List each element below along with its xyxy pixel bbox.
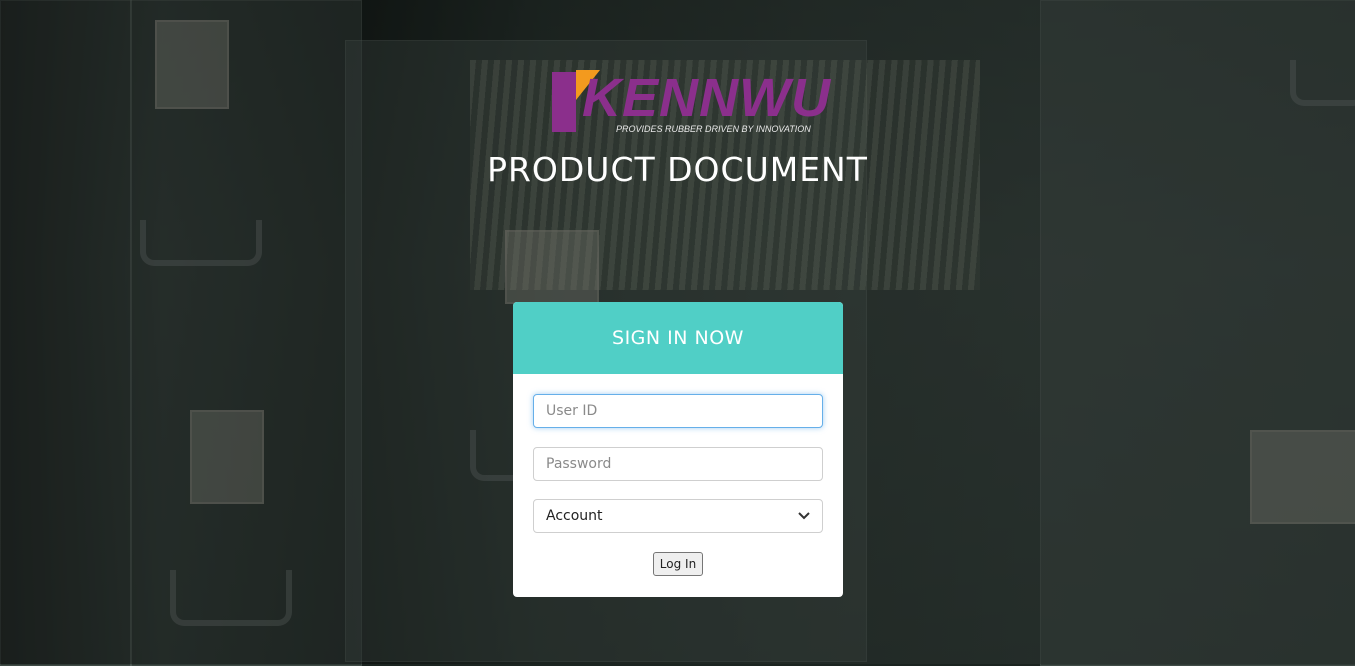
password-input[interactable] — [533, 447, 823, 481]
logo-mark — [552, 72, 576, 132]
login-card-title: SIGN IN NOW — [612, 327, 744, 349]
login-card: SIGN IN NOW Account Log In — [513, 302, 843, 597]
log-in-button[interactable]: Log In — [653, 552, 703, 576]
account-select-value: Account — [546, 508, 603, 524]
account-select[interactable]: Account — [533, 499, 823, 533]
page-title: PRODUCT DOCUMENT — [487, 150, 868, 189]
logo-wordmark: KENNWU — [582, 68, 831, 128]
login-card-header: SIGN IN NOW — [513, 302, 843, 374]
user-id-input[interactable] — [533, 394, 823, 428]
company-logo: KENNWU PROVIDES RUBBER DRIVEN BY INNOVAT… — [552, 68, 830, 134]
logo-tagline: PROVIDES RUBBER DRIVEN BY INNOVATION — [616, 124, 811, 134]
chevron-down-icon — [798, 509, 810, 523]
